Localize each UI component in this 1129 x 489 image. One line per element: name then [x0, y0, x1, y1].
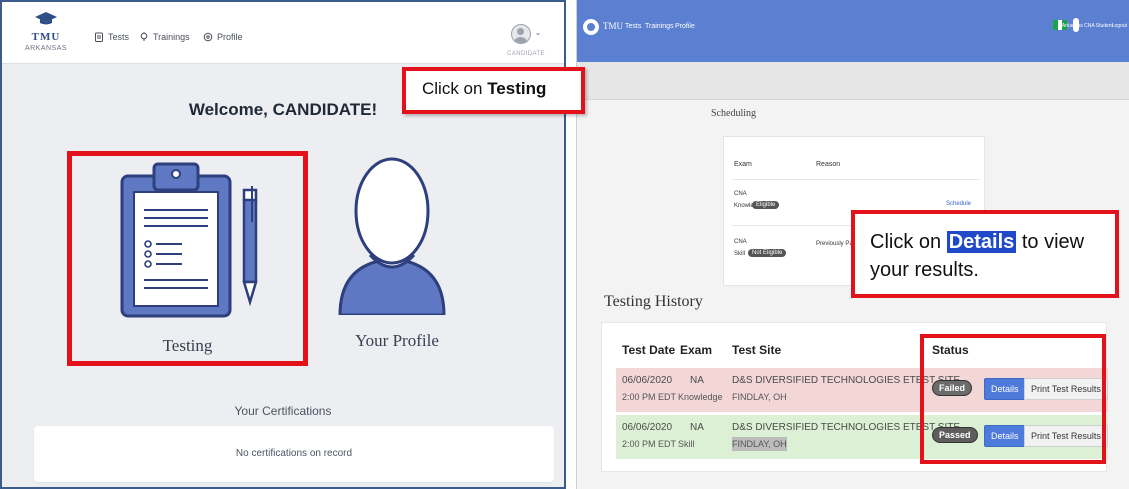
- user-menu[interactable]: ⌄ CANDIDATE: [504, 24, 548, 57]
- nav-profile[interactable]: Profile: [203, 32, 243, 42]
- gear-icon: [203, 32, 213, 42]
- right-sub-bar: [577, 62, 1129, 100]
- callout1-bold: Testing: [487, 79, 547, 98]
- nav-profile-label: Profile: [217, 32, 243, 42]
- testing-tile-label: Testing: [162, 336, 213, 355]
- row-exam: NA: [690, 422, 704, 433]
- not-eligible-badge: Not Eligible: [748, 249, 787, 257]
- logo-subtitle: ARKANSAS: [24, 45, 68, 52]
- testing-tile[interactable]: Testing: [67, 151, 308, 366]
- row-time: 2:00 PM EDT: [622, 392, 677, 402]
- nav-trainings[interactable]: Trainings: [139, 32, 190, 42]
- row-exam-type: Knowledge: [678, 392, 723, 402]
- nav-tests[interactable]: Tests: [94, 32, 129, 42]
- logo-name: TMU: [31, 31, 61, 43]
- certifications-empty-text: No certifications on record: [235, 448, 353, 459]
- right-nav-trainings[interactable]: Trainings: [645, 23, 674, 30]
- tmu-circle-logo-icon[interactable]: [583, 19, 599, 35]
- graduation-cap-icon: [35, 12, 57, 25]
- header-exam: Exam: [680, 343, 713, 357]
- sched-row1-exam: CNA: [734, 191, 747, 197]
- lightbulb-icon: [140, 32, 148, 41]
- callout1-prefix: Click on: [422, 79, 488, 98]
- row-date: 06/06/2020: [622, 375, 673, 386]
- right-nav-profile[interactable]: Profile: [675, 23, 695, 30]
- nav-tests-label: Tests: [108, 32, 130, 42]
- top-nav-bar: TMU ARKANSAS Tests Trainings Profile ⌄ C…: [2, 2, 564, 64]
- screenshot-root: TMU ARKANSAS Tests Trainings Profile ⌄ C…: [0, 0, 1129, 489]
- chevron-down-icon: ⌄: [534, 28, 542, 37]
- scheduling-heading: Scheduling: [711, 108, 756, 119]
- your-profile-tile-label: Your Profile: [355, 331, 439, 350]
- row-date: 06/06/2020: [622, 422, 673, 433]
- callout-click-details: Click on Details to view your results.: [851, 210, 1119, 298]
- sched-row2-exam: CNA: [734, 239, 747, 245]
- nav-trainings-label: Trainings: [153, 32, 190, 42]
- logout-link[interactable]: Logout: [1112, 23, 1127, 29]
- row-time: 2:00 PM EDT: [622, 439, 677, 449]
- callout2-highlight: Details: [946, 231, 1017, 253]
- eligible-badge: Eligible: [752, 201, 780, 209]
- certifications-empty-card: No certifications on record: [34, 426, 554, 482]
- person-silhouette-illustration: [338, 157, 446, 315]
- right-user-label[interactable]: Arkansas CNA Student: [1062, 23, 1113, 29]
- status-highlight-box: [920, 334, 1106, 464]
- sched-header-reason: Reason: [816, 161, 841, 168]
- user-avatar-icon: [510, 24, 531, 44]
- right-nav-tests[interactable]: Tests: [625, 23, 641, 30]
- tmu-logo[interactable]: TMU ARKANSAS: [22, 12, 70, 52]
- callout2-prefix: Click on: [870, 231, 947, 253]
- right-brand[interactable]: TMU: [603, 21, 623, 31]
- testing-history-heading: Testing History: [604, 293, 703, 310]
- user-menu-label: CANDIDATE: [507, 51, 545, 57]
- clipboard-icon: [95, 32, 103, 42]
- certifications-heading: Your Certifications: [234, 404, 332, 418]
- sched-header-exam: Exam: [734, 161, 752, 168]
- row-exam: NA: [690, 375, 704, 386]
- sched-row2-sub: Skill: [734, 251, 746, 257]
- clipboard-pen-illustration: [120, 162, 258, 318]
- callout-click-testing: Click on Testing: [402, 67, 585, 114]
- row-city: FINDLAY, OH: [732, 437, 787, 451]
- header-test-date: Test Date: [622, 343, 676, 357]
- schedule-link[interactable]: Schedule: [946, 201, 971, 207]
- header-test-site: Test Site: [732, 343, 782, 357]
- row-city: FINDLAY, OH: [732, 392, 787, 402]
- row-exam-type: Skill: [678, 439, 695, 449]
- your-profile-tile[interactable]: Your Profile: [322, 151, 472, 366]
- divider: [732, 179, 980, 180]
- right-top-bar: TMU Tests Trainings Profile Arkansas CNA…: [577, 0, 1129, 62]
